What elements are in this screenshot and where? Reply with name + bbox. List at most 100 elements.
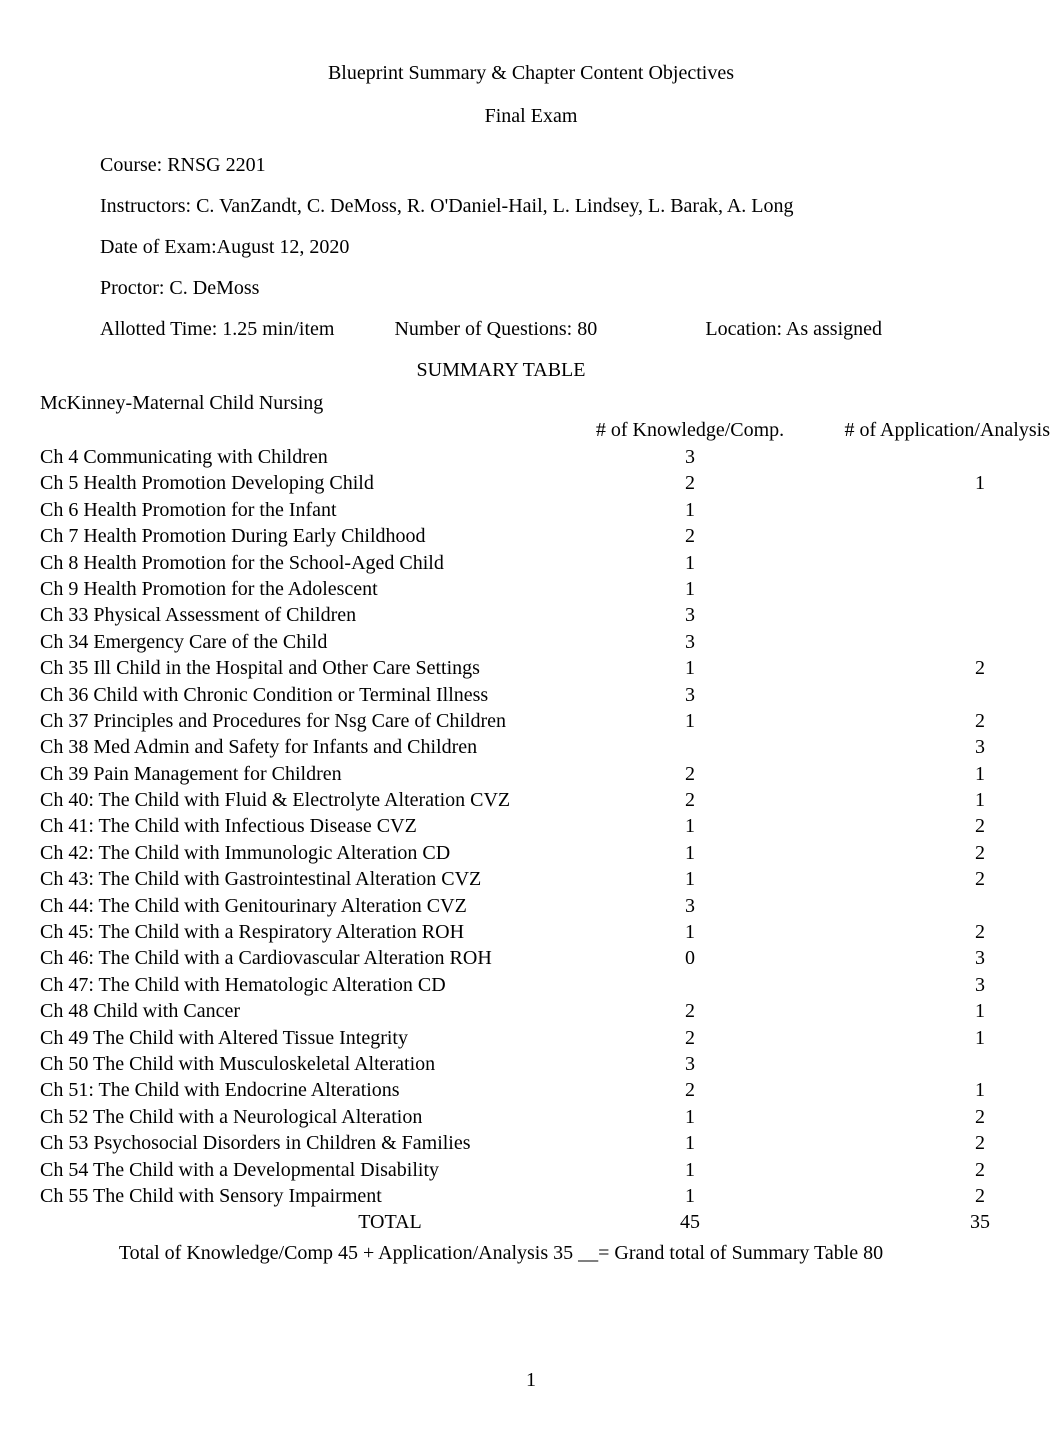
chapter-cell: Ch 9 Health Promotion for the Adolescent <box>40 576 580 602</box>
table-row: Ch 45: The Child with a Respiratory Alte… <box>40 919 1022 945</box>
chapter-cell: Ch 46: The Child with a Cardiovascular A… <box>40 945 580 971</box>
application-cell: 2 <box>800 655 1060 681</box>
application-cell <box>800 1051 1060 1077</box>
knowledge-cell: 2 <box>580 1025 800 1051</box>
chapter-cell: Ch 8 Health Promotion for the School-Age… <box>40 550 580 576</box>
proctor-line: Proctor: C. DeMoss <box>100 275 1022 302</box>
summary-table-label: SUMMARY TABLE <box>100 357 1022 384</box>
application-cell <box>800 444 1060 470</box>
knowledge-cell: 2 <box>580 523 800 549</box>
chapter-cell: Ch 7 Health Promotion During Early Child… <box>40 523 580 549</box>
knowledge-cell: 2 <box>580 761 800 787</box>
knowledge-cell: 2 <box>580 470 800 496</box>
knowledge-cell: 0 <box>580 945 800 971</box>
application-cell <box>800 602 1060 628</box>
table-row: Ch 39 Pain Management for Children21 <box>40 761 1022 787</box>
total-knowledge: 45 <box>580 1209 800 1236</box>
chapter-cell: Ch 41: The Child with Infectious Disease… <box>40 813 580 839</box>
table-row: Ch 48 Child with Cancer21 <box>40 998 1022 1024</box>
chapter-cell: Ch 42: The Child with Immunologic Altera… <box>40 840 580 866</box>
table-row: Ch 42: The Child with Immunologic Altera… <box>40 840 1022 866</box>
table-row: Ch 52 The Child with a Neurological Alte… <box>40 1104 1022 1130</box>
knowledge-cell: 1 <box>580 1157 800 1183</box>
chapter-cell: Ch 39 Pain Management for Children <box>40 761 580 787</box>
location: Location: As assigned <box>705 316 1022 343</box>
knowledge-cell: 3 <box>580 602 800 628</box>
table-row: Ch 5 Health Promotion Developing Child21 <box>40 470 1022 496</box>
knowledge-cell: 1 <box>580 576 800 602</box>
application-cell <box>800 629 1060 655</box>
application-cell: 3 <box>800 734 1060 760</box>
table-row: Ch 53 Psychosocial Disorders in Children… <box>40 1130 1022 1156</box>
table-row: Ch 8 Health Promotion for the School-Age… <box>40 550 1022 576</box>
application-cell: 1 <box>800 1077 1060 1103</box>
table-row: Ch 4 Communicating with Children3 <box>40 444 1022 470</box>
chapter-cell: Ch 6 Health Promotion for the Infant <box>40 497 580 523</box>
application-cell <box>800 893 1060 919</box>
table-row: Ch 47: The Child with Hematologic Altera… <box>40 972 1022 998</box>
grand-total-line: Total of Knowledge/Comp 45 + Application… <box>40 1240 1022 1267</box>
application-cell: 2 <box>800 813 1060 839</box>
chapter-cell: Ch 33 Physical Assessment of Children <box>40 602 580 628</box>
application-cell: 1 <box>800 787 1060 813</box>
table-row: Ch 49 The Child with Altered Tissue Inte… <box>40 1025 1022 1051</box>
table-row: Ch 44: The Child with Genitourinary Alte… <box>40 893 1022 919</box>
knowledge-cell: 1 <box>580 840 800 866</box>
knowledge-cell: 1 <box>580 813 800 839</box>
application-cell: 3 <box>800 972 1060 998</box>
page-number: 1 <box>40 1367 1022 1394</box>
knowledge-cell: 1 <box>580 1104 800 1130</box>
table-row: Ch 34 Emergency Care of the Child3 <box>40 629 1022 655</box>
application-cell <box>800 576 1060 602</box>
exam-detail-line: Allotted Time: 1.25 min/item Number of Q… <box>100 316 1022 343</box>
chapter-cell: Ch 51: The Child with Endocrine Alterati… <box>40 1077 580 1103</box>
knowledge-cell: 1 <box>580 708 800 734</box>
chapter-cell: Ch 48 Child with Cancer <box>40 998 580 1024</box>
application-cell: 2 <box>800 866 1060 892</box>
chapter-cell: Ch 34 Emergency Care of the Child <box>40 629 580 655</box>
application-cell: 2 <box>800 840 1060 866</box>
knowledge-cell: 2 <box>580 787 800 813</box>
book-title: McKinney-Maternal Child Nursing <box>40 390 1022 417</box>
chapter-cell: Ch 38 Med Admin and Safety for Infants a… <box>40 734 580 760</box>
table-row: Ch 41: The Child with Infectious Disease… <box>40 813 1022 839</box>
chapter-cell: Ch 35 Ill Child in the Hospital and Othe… <box>40 655 580 681</box>
knowledge-cell: 1 <box>580 919 800 945</box>
num-questions: Number of Questions: 80 <box>394 316 597 343</box>
knowledge-cell: 3 <box>580 444 800 470</box>
knowledge-cell: 1 <box>580 550 800 576</box>
table-row: Ch 9 Health Promotion for the Adolescent… <box>40 576 1022 602</box>
instructors-line: Instructors: C. VanZandt, C. DeMoss, R. … <box>100 193 1022 220</box>
application-cell: 1 <box>800 470 1060 496</box>
table-row: Ch 35 Ill Child in the Hospital and Othe… <box>40 655 1022 681</box>
application-cell: 2 <box>800 708 1060 734</box>
application-cell: 2 <box>800 1130 1060 1156</box>
table-header-row: # of Knowledge/Comp. # of Application/An… <box>40 417 1022 444</box>
application-cell <box>800 682 1060 708</box>
application-cell: 1 <box>800 761 1060 787</box>
page-subtitle: Final Exam <box>40 103 1022 130</box>
table-row: Ch 50 The Child with Musculoskeletal Alt… <box>40 1051 1022 1077</box>
application-cell: 1 <box>800 998 1060 1024</box>
chapter-cell: Ch 44: The Child with Genitourinary Alte… <box>40 893 580 919</box>
application-cell <box>800 550 1060 576</box>
application-cell <box>800 497 1060 523</box>
table-row: Ch 43: The Child with Gastrointestinal A… <box>40 866 1022 892</box>
total-row: TOTAL 45 35 <box>40 1209 1022 1236</box>
knowledge-cell: 3 <box>580 629 800 655</box>
chapter-cell: Ch 53 Psychosocial Disorders in Children… <box>40 1130 580 1156</box>
table-row: Ch 36 Child with Chronic Condition or Te… <box>40 682 1022 708</box>
chapter-cell: Ch 5 Health Promotion Developing Child <box>40 470 580 496</box>
chapter-cell: Ch 54 The Child with a Developmental Dis… <box>40 1157 580 1183</box>
page-title: Blueprint Summary & Chapter Content Obje… <box>40 60 1022 87</box>
knowledge-cell: 3 <box>580 1051 800 1077</box>
chapter-cell: Ch 37 Principles and Procedures for Nsg … <box>40 708 580 734</box>
knowledge-cell: 1 <box>580 1183 800 1209</box>
total-label: TOTAL <box>40 1209 580 1236</box>
application-cell: 2 <box>800 1157 1060 1183</box>
table-row: Ch 40: The Child with Fluid & Electrolyt… <box>40 787 1022 813</box>
chapter-cell: Ch 40: The Child with Fluid & Electrolyt… <box>40 787 580 813</box>
summary-table: McKinney-Maternal Child Nursing # of Kno… <box>40 390 1022 1267</box>
knowledge-cell: 1 <box>580 655 800 681</box>
application-cell <box>800 523 1060 549</box>
